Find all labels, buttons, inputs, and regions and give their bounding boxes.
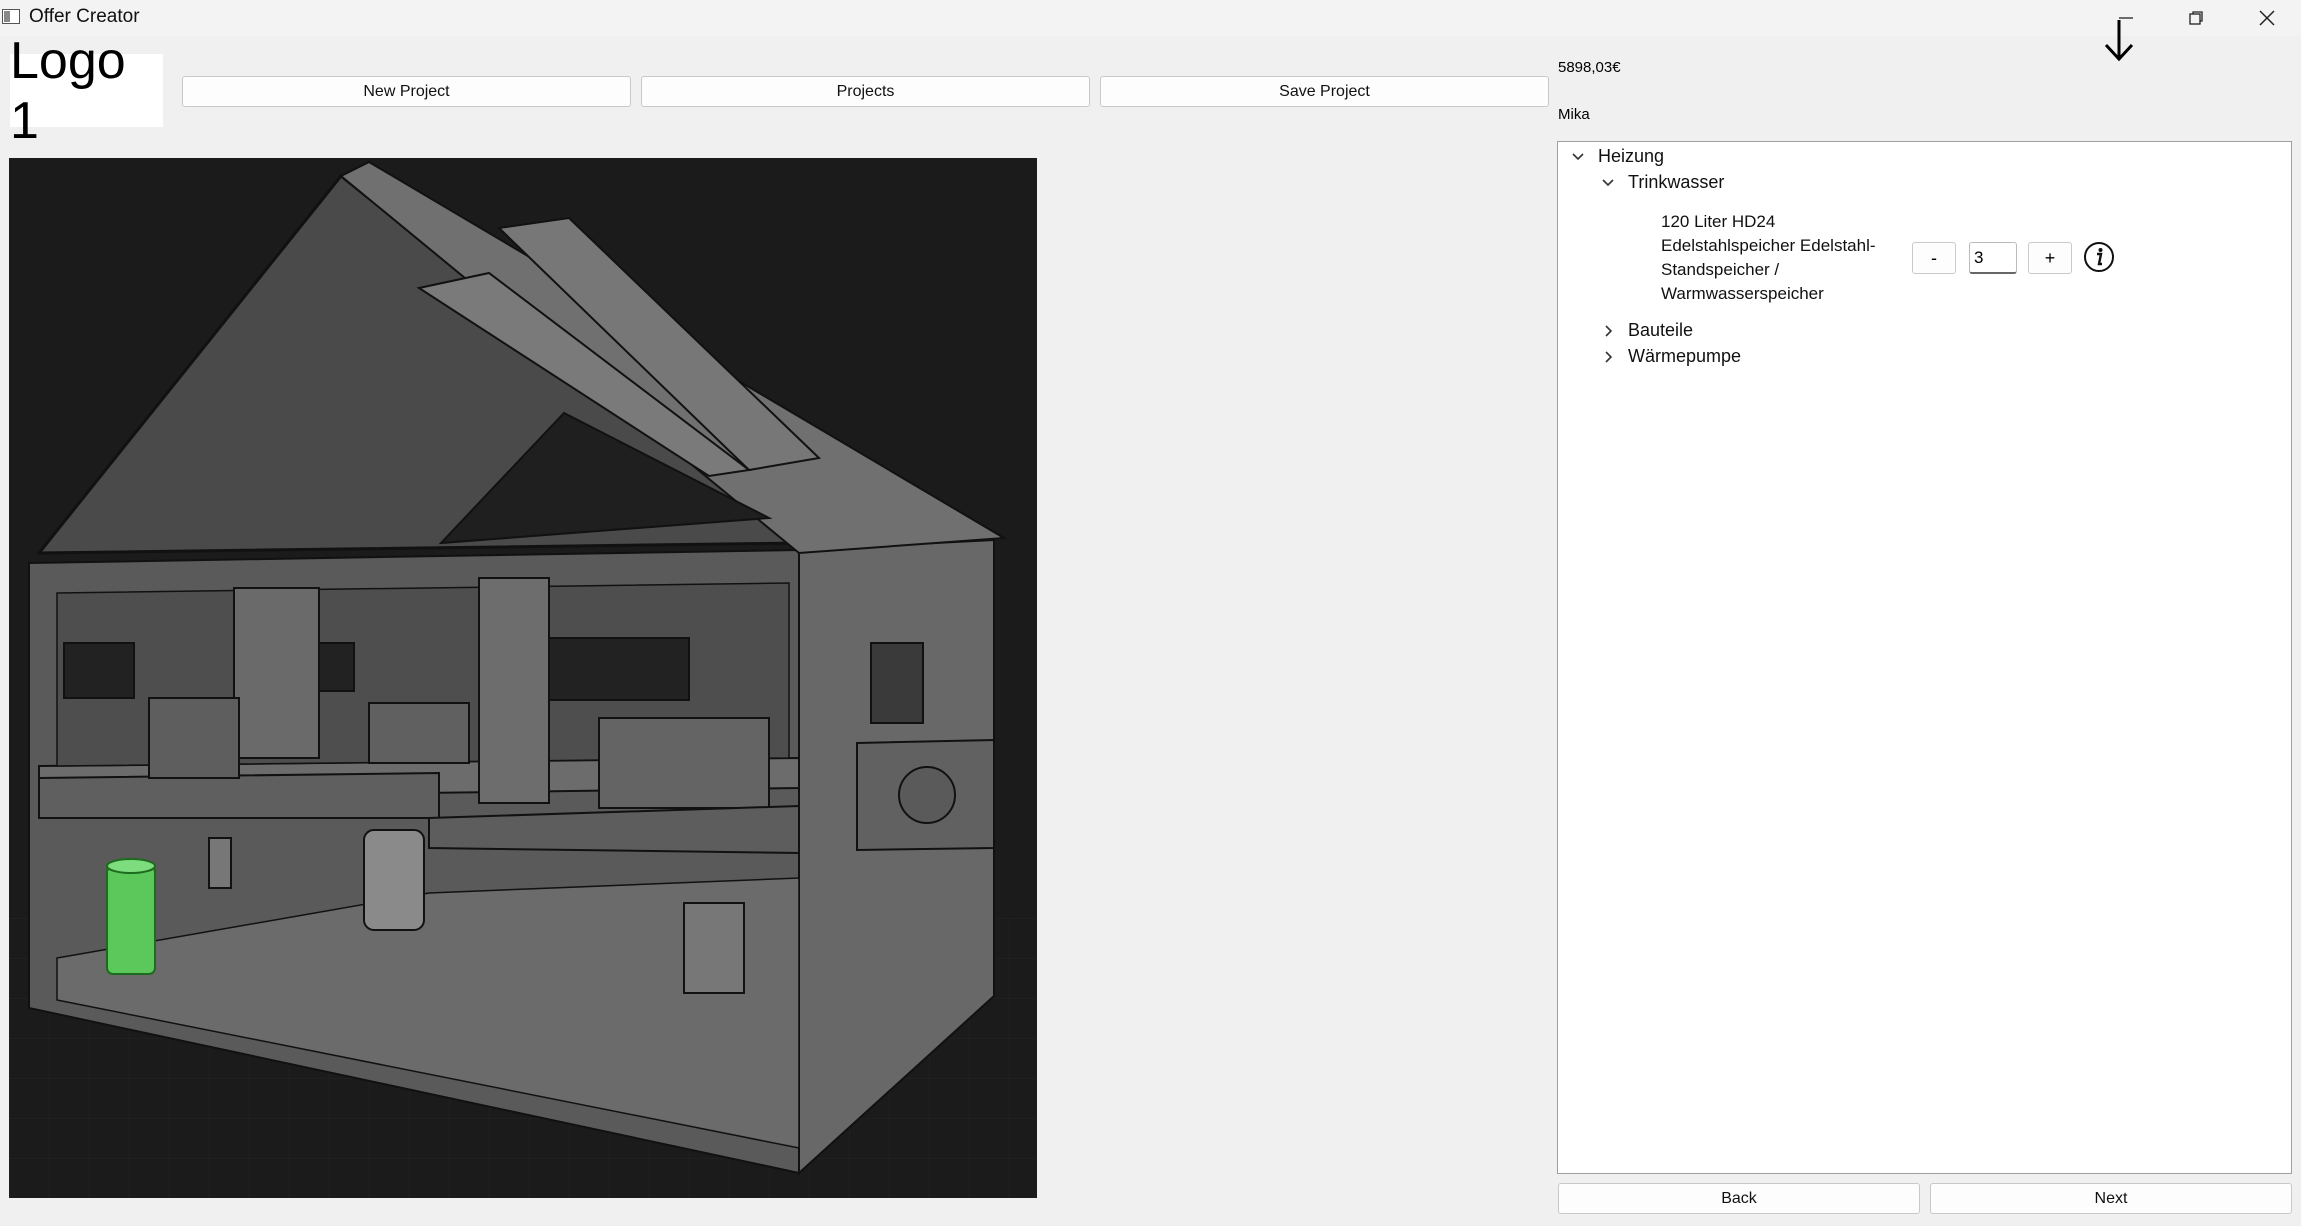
quantity-input[interactable] bbox=[1969, 242, 2017, 274]
tree-node-label: Bauteile bbox=[1628, 320, 1694, 340]
projects-button[interactable]: Projects bbox=[641, 76, 1090, 107]
product-tree[interactable]: Heizung Trinkwasser 120 Liter HD24 Edels… bbox=[1557, 141, 2292, 1174]
tree-node-heizung[interactable]: Heizung bbox=[1568, 146, 1664, 167]
tree-node-label: Heizung bbox=[1598, 146, 1665, 166]
next-button[interactable]: Next bbox=[1930, 1183, 2292, 1214]
logo: Logo 1 bbox=[10, 32, 163, 150]
app-window-icon bbox=[2, 9, 20, 24]
chevron-right-icon bbox=[1605, 350, 1613, 363]
down-arrow-icon bbox=[2104, 20, 2134, 62]
info-icon bbox=[2084, 242, 2114, 272]
house-cutaway-illustration bbox=[9, 158, 1037, 1198]
info-button[interactable] bbox=[2081, 238, 2117, 276]
restore-button[interactable] bbox=[2166, 0, 2226, 36]
window-title: Offer Creator bbox=[29, 6, 140, 27]
increase-quantity-button[interactable]: + bbox=[2028, 242, 2072, 274]
house-3d-viewport[interactable] bbox=[9, 158, 1037, 1198]
close-icon bbox=[2259, 10, 2275, 26]
new-project-button[interactable]: New Project bbox=[182, 76, 631, 107]
product-description: 120 Liter HD24 Edelstahlspeicher Edelsta… bbox=[1661, 212, 1876, 303]
tree-node-label: Trinkwasser bbox=[1628, 172, 1725, 192]
back-button[interactable]: Back bbox=[1558, 1183, 1920, 1214]
tree-node-trinkwasser[interactable]: Trinkwasser bbox=[1598, 172, 1724, 193]
title-bar: Offer Creator bbox=[0, 0, 2301, 36]
chevron-down-icon bbox=[1602, 178, 1614, 186]
tree-node-waermepumpe[interactable]: Wärmepumpe bbox=[1598, 346, 1741, 367]
total-price: 5898,03€ bbox=[1558, 59, 1621, 76]
save-project-button[interactable]: Save Project bbox=[1100, 76, 1549, 107]
close-button[interactable] bbox=[2237, 0, 2297, 36]
chevron-right-icon bbox=[1605, 324, 1613, 337]
tree-node-bauteile[interactable]: Bauteile bbox=[1598, 320, 1693, 341]
tree-node-label: Wärmepumpe bbox=[1628, 346, 1742, 366]
decrease-quantity-button[interactable]: - bbox=[1912, 242, 1956, 274]
restore-icon bbox=[2189, 11, 2203, 25]
chevron-down-icon bbox=[1572, 152, 1584, 160]
user-name: Mika bbox=[1558, 106, 1590, 123]
